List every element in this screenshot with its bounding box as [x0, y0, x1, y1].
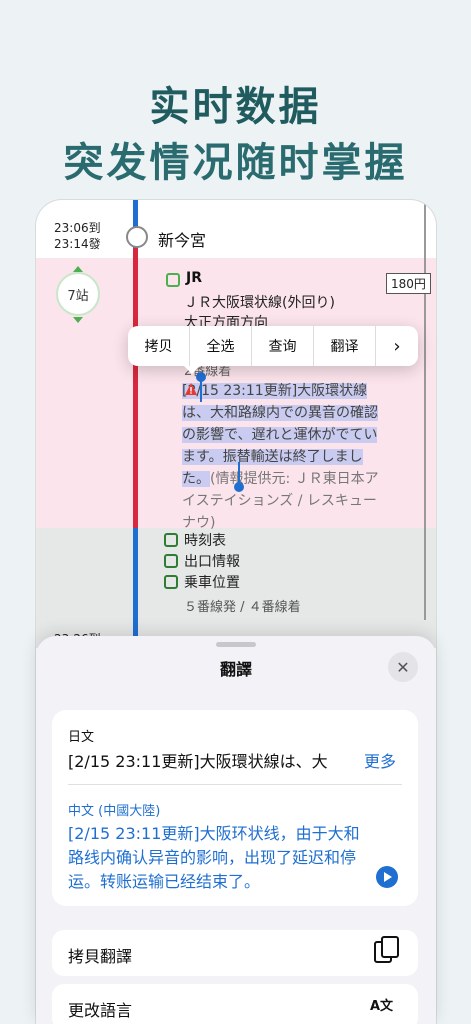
operator-label: JR [186, 270, 202, 286]
timetable-label: 時刻表 [184, 533, 226, 549]
arrival-time: 23:06到 [54, 221, 101, 235]
car-position-link[interactable]: 乗車位置 [164, 572, 240, 592]
more-button[interactable]: 更多 [364, 748, 396, 772]
menu-select-all[interactable]: 全选 [190, 326, 252, 366]
menu-more-arrow-icon[interactable]: › [376, 326, 418, 366]
divider [68, 784, 402, 785]
selection-handle-end[interactable] [234, 482, 244, 492]
context-menu: 拷贝 全选 查询 翻译 › [128, 326, 418, 366]
fare-badge: 180円 [386, 273, 431, 294]
target-language: 中文 (中國大陸) [68, 804, 161, 819]
stations-count-badge[interactable]: 7站 [56, 272, 100, 316]
menu-translate[interactable]: 翻译 [314, 326, 376, 366]
notice-source: (情報提供元: ＪＲ東日本アイステイションズ / レスキューナウ) [182, 471, 379, 531]
station-marker [126, 226, 148, 248]
headline-line1: 实时数据 [149, 84, 322, 130]
translation-card: 日文 [2/15 23:11更新]大阪環状線は、大 更多 中文 (中國大陸) [… [52, 710, 418, 906]
platform-info: ５番線発 / ４番線着 [184, 600, 301, 615]
sheet-grabber[interactable] [216, 642, 256, 647]
translated-text: [2/15 23:11更新]大阪环状线，由于大和路线内确认异音的影响，出现了延迟… [68, 824, 360, 891]
source-language: 日文 [68, 730, 95, 745]
menu-lookup[interactable]: 查询 [252, 326, 314, 366]
close-icon: ✕ [396, 657, 410, 677]
copy-icon [374, 936, 399, 963]
change-language-label: 更改語言 [68, 1001, 133, 1020]
context-menu-pointer [184, 366, 200, 374]
exit-info-label: 出口情報 [184, 554, 240, 570]
timetable-icon [164, 533, 178, 547]
warning-icon [185, 383, 197, 395]
arrow-down-icon [73, 317, 83, 323]
service-notice[interactable]: [2/15 23:11更新]大阪環状線は、大和路線内での異音の確認の影響で、遅れ… [182, 380, 382, 534]
timetable-link[interactable]: 時刻表 [164, 530, 226, 550]
station-times: 23:06到 23:14發 [54, 220, 101, 252]
copy-translation-label: 拷貝翻譯 [68, 947, 133, 966]
exit-info-link[interactable]: 出口情報 [164, 551, 240, 571]
menu-copy[interactable]: 拷贝 [128, 326, 190, 366]
translation-sheet: 翻譯 ✕ 日文 [2/15 23:11更新]大阪環状線は、大 更多 中文 (中國… [36, 636, 436, 1024]
exit-icon [164, 554, 178, 568]
sheet-title: 翻譯 [219, 660, 252, 679]
station-name[interactable]: 新今宮 [158, 227, 206, 251]
scroll-indicator[interactable] [424, 200, 426, 620]
translate-icon: A文 [370, 999, 394, 1014]
route-line-red [133, 248, 138, 528]
source-text: [2/15 23:11更新]大阪環状線は、大 [68, 752, 328, 771]
line-name: ＪＲ大阪環状線(外回り) [184, 295, 335, 311]
car-position-label: 乗車位置 [184, 575, 240, 591]
copy-translation-button[interactable]: 拷貝翻譯 [52, 930, 418, 976]
car-position-icon [164, 575, 178, 589]
train-icon [166, 273, 180, 287]
change-language-button[interactable]: 更改語言 A文 [52, 984, 418, 1024]
close-button[interactable]: ✕ [388, 652, 418, 682]
headline-line2: 突发情况随时掌握 [63, 140, 408, 186]
departure-time: 23:14發 [54, 237, 101, 251]
play-icon[interactable] [376, 866, 398, 888]
